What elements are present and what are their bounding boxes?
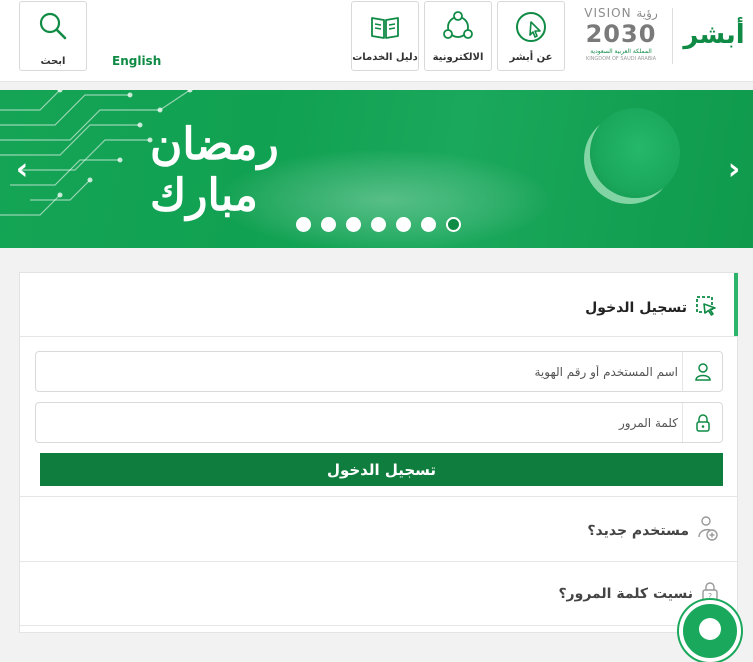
add-user-icon: [697, 515, 719, 547]
header-divider: [20, 336, 737, 337]
banner-pagination: [296, 217, 461, 232]
site-header: أبشر VISION رؤية 2030 المملكة العربية ال…: [0, 0, 753, 82]
banner-dot[interactable]: [421, 217, 436, 232]
user-icon: [682, 352, 722, 391]
lock-icon: [682, 403, 722, 442]
password-input[interactable]: [48, 403, 678, 442]
network-icon: [441, 10, 475, 44]
logo-divider: [672, 8, 673, 64]
banner-prev-arrow[interactable]: ‹: [10, 152, 34, 187]
vision-year: 2030: [585, 20, 657, 48]
logo-text: أبشر: [683, 20, 745, 50]
login-submit-button[interactable]: تسجيل الدخول: [40, 453, 723, 486]
login-header: تسجيل الدخول: [585, 295, 717, 321]
login-cursor-icon: [695, 295, 717, 321]
banner-dot[interactable]: [321, 217, 336, 232]
book-icon: [368, 10, 402, 44]
banner-dot[interactable]: [296, 217, 311, 232]
pointer-circle-icon: [514, 10, 548, 44]
vision-subtitle-ar: المملكة العربية السعودية: [590, 48, 652, 55]
search-label: ابحث: [40, 56, 66, 67]
hero-banner: رمضان مبارك ‹ ›: [0, 90, 753, 248]
bottom-divider: [20, 625, 737, 626]
vision-2030-logo: VISION رؤية 2030 المملكة العربية السعودي…: [579, 6, 663, 66]
banner-title: رمضان مبارك: [150, 119, 281, 221]
banner-dot[interactable]: [371, 217, 386, 232]
password-field: [35, 402, 723, 443]
nav-services-guide[interactable]: دليل الخدمات: [351, 1, 419, 71]
nav-about-absher[interactable]: عن أبشر: [497, 1, 565, 71]
banner-dot[interactable]: [346, 217, 361, 232]
search-icon: [36, 10, 70, 48]
language-switch-link[interactable]: English: [112, 54, 161, 68]
chat-assistant-button[interactable]: [679, 600, 741, 662]
banner-next-arrow[interactable]: ›: [722, 152, 746, 187]
absher-logo[interactable]: أبشر: [683, 6, 744, 64]
panel-accent-bar: [734, 273, 738, 336]
login-title: تسجيل الدخول: [585, 300, 687, 316]
chat-face-icon: [699, 618, 721, 640]
banner-dot-active[interactable]: [446, 217, 461, 232]
vision-label: VISION رؤية: [584, 6, 658, 20]
nav-eservices-label: الالكترونية: [432, 52, 484, 63]
login-panel: تسجيل الدخول تسجيل الدخول: [19, 272, 738, 633]
nav-about-label: عن أبشر: [509, 52, 553, 63]
form-divider: [20, 496, 737, 497]
search-button[interactable]: ابحث: [19, 1, 87, 71]
username-field: [35, 351, 723, 392]
new-user-link[interactable]: مستخدم جديد؟: [587, 515, 719, 547]
new-user-label: مستخدم جديد؟: [587, 523, 689, 539]
forgot-password-label: نسيت كلمة المرور؟: [558, 586, 693, 602]
nav-guide-label: دليل الخدمات: [352, 52, 418, 63]
links-divider: [20, 561, 737, 562]
vision-subtitle-en: KINGDOM OF SAUDI ARABIA: [585, 56, 657, 62]
username-input[interactable]: [48, 352, 678, 391]
banner-dot[interactable]: [396, 217, 411, 232]
nav-eservices[interactable]: الالكترونية: [424, 1, 492, 71]
crescent-moon-decoration: [590, 108, 680, 198]
